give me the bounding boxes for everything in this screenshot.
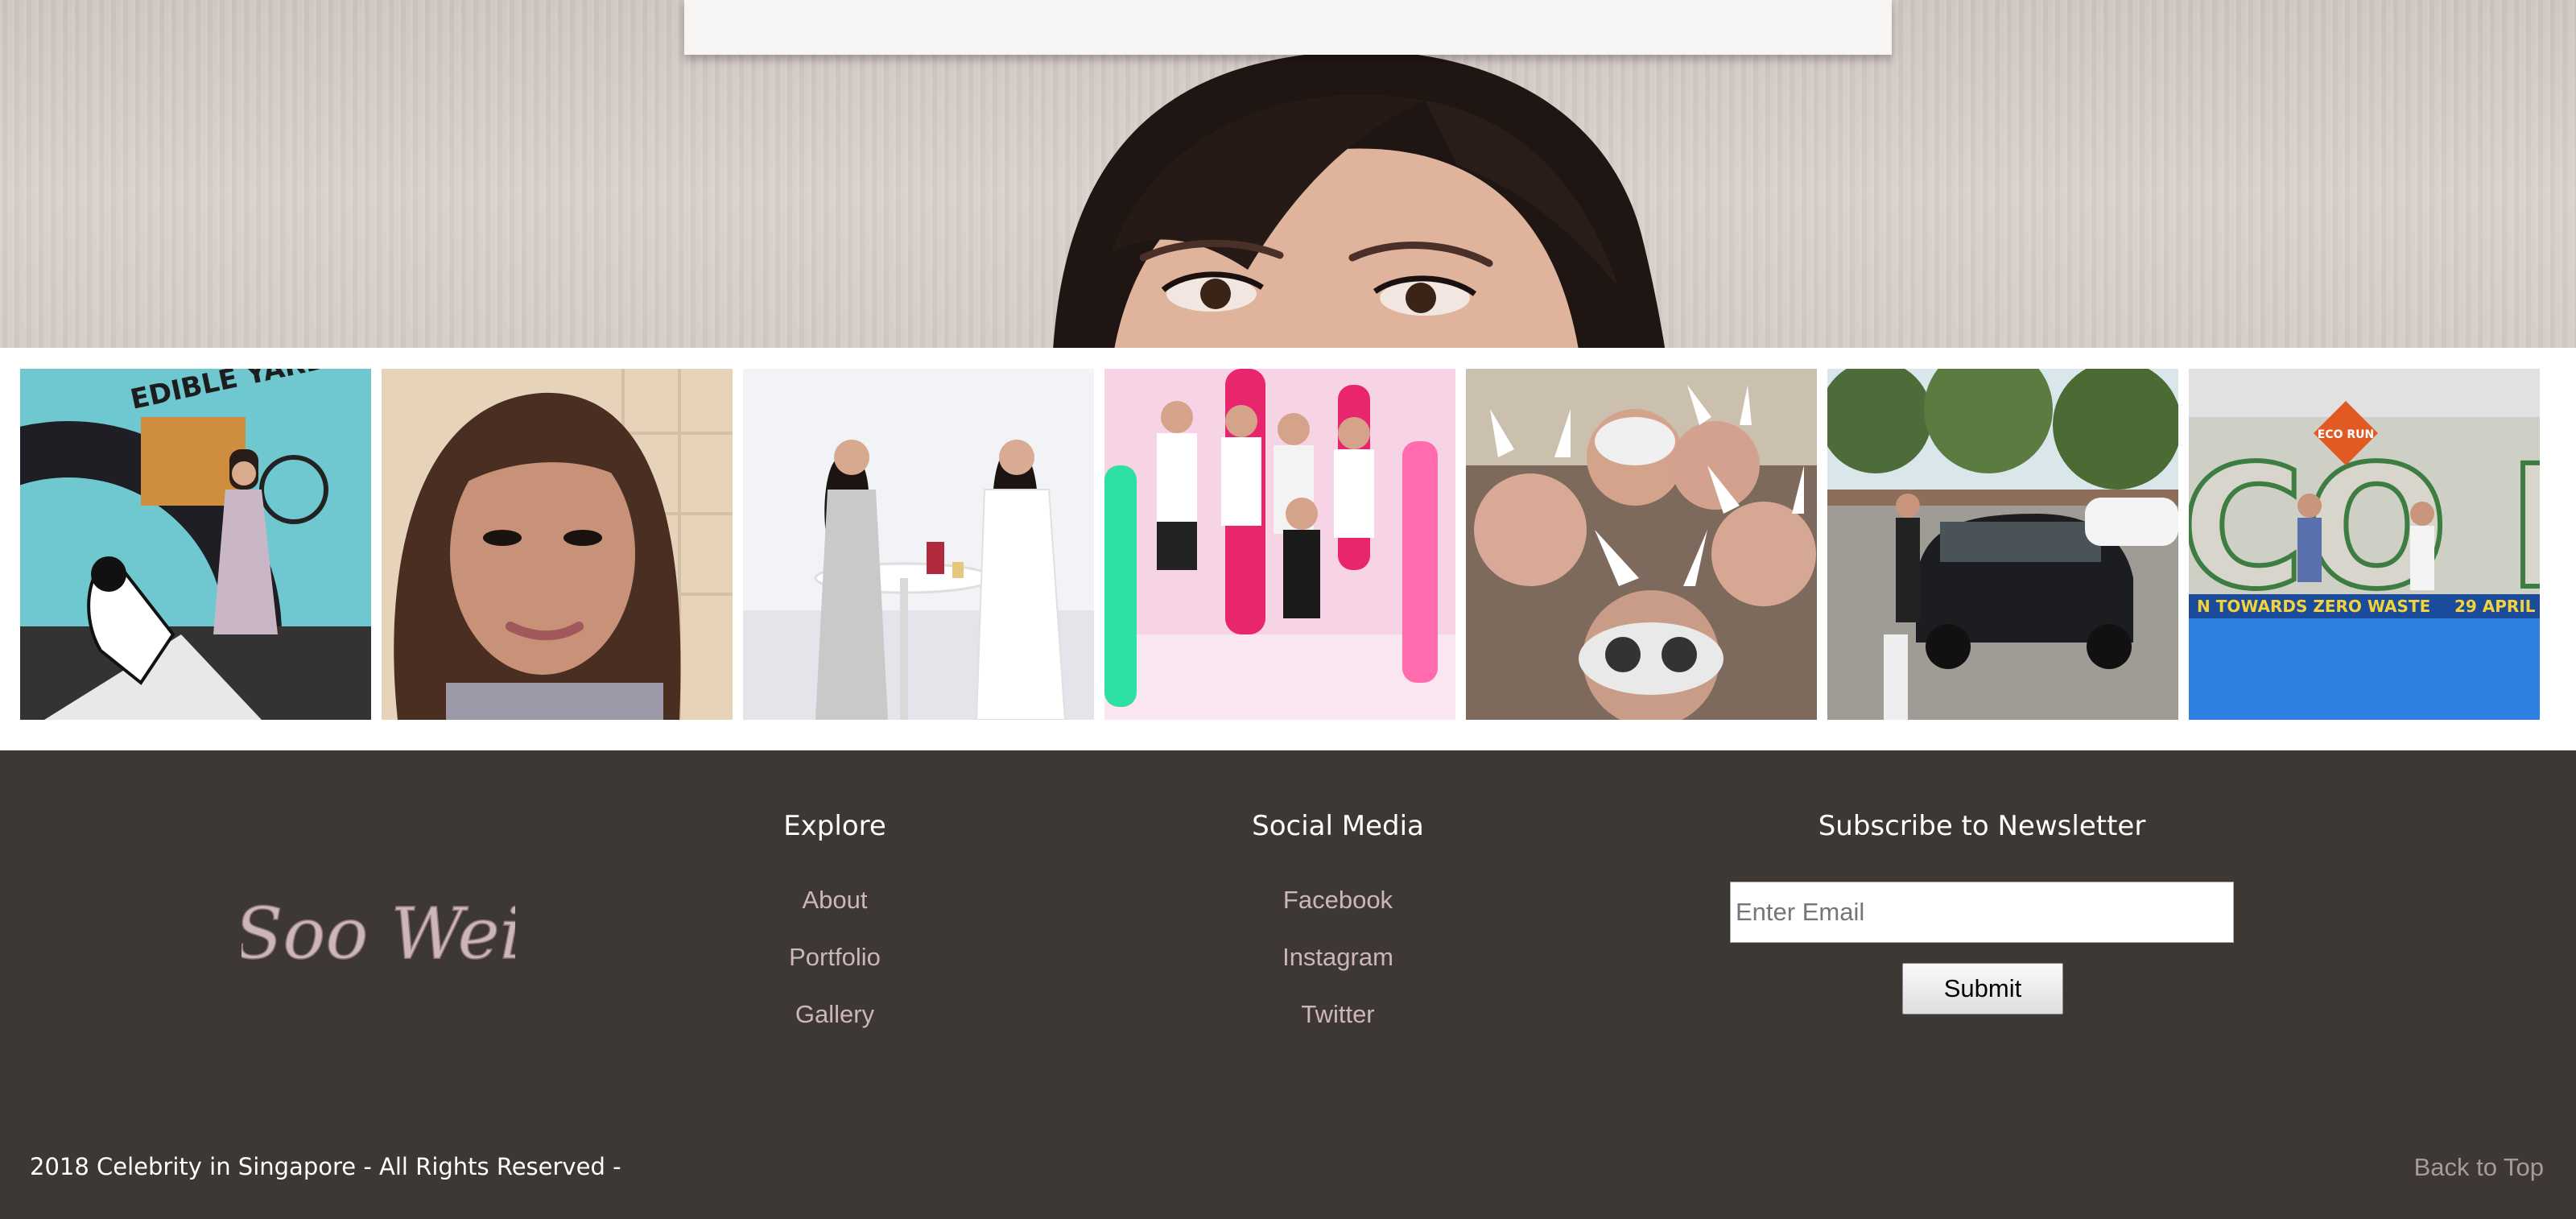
newsletter-email-input[interactable] — [1730, 882, 2234, 943]
explore-heading: Explore — [783, 810, 886, 842]
edible-yard-mural-photo-icon: EDIBLE YARD — [20, 369, 371, 720]
soo-wei-logo[interactable]: Soo Wei — [242, 871, 515, 992]
footer-link-instagram[interactable]: Instagram — [1177, 943, 1499, 972]
footer-link-about[interactable]: About — [674, 886, 996, 915]
cafe-conversation-photo-icon — [743, 369, 1094, 720]
svg-text:29 APRIL: 29 APRIL — [2454, 597, 2536, 616]
footer-link-portfolio[interactable]: Portfolio — [674, 943, 996, 972]
svg-text:ECO RUN: ECO RUN — [2318, 428, 2374, 441]
hero-content-card — [684, 0, 1892, 55]
gallery-photo-eco-run[interactable]: CO RU N TOWARDS ZERO WASTE 29 APRIL ECO … — [2189, 369, 2540, 720]
back-to-top-link[interactable]: Back to Top — [2414, 1153, 2544, 1182]
svg-text:N TOWARDS ZERO WASTE: N TOWARDS ZERO WASTE — [2197, 597, 2430, 616]
footer-link-gallery[interactable]: Gallery — [674, 1000, 996, 1029]
newsletter-submit-button[interactable]: Submit — [1902, 963, 2063, 1014]
footer-link-twitter[interactable]: Twitter — [1177, 1000, 1499, 1029]
gallery-photo-bunny-filter[interactable] — [1466, 369, 1817, 720]
svg-text:Soo Wei: Soo Wei — [242, 892, 515, 975]
gallery-photo-pink-cactus[interactable] — [1104, 369, 1455, 720]
footer-link-facebook[interactable]: Facebook — [1177, 886, 1499, 915]
gallery-photo-edible-yard[interactable]: EDIBLE YARD — [20, 369, 371, 720]
instagram-gallery-strip: EDIBLE YARD N TOWARDS ZERO WASTE 29 APRI… — [0, 348, 2576, 750]
eco-run-event-photo-icon: CO RU N TOWARDS ZERO WASTE 29 APRIL ECO … — [2189, 369, 2540, 720]
hero-banner — [0, 0, 2576, 348]
copyright-text: 2018 Celebrity in Singapore - All Rights… — [30, 1153, 621, 1180]
selfie-portrait-photo-icon — [382, 369, 733, 720]
gallery-photo-car-park[interactable] — [1827, 369, 2178, 720]
bunny-filter-group-selfie-photo-icon — [1466, 369, 1817, 720]
pink-cactus-group-photo-icon — [1104, 369, 1455, 720]
car-park-photo-icon — [1827, 369, 2178, 720]
site-footer: Soo Wei Explore About Portfolio Gallery … — [0, 750, 2576, 1219]
gallery-photo-cafe[interactable] — [743, 369, 1094, 720]
social-media-heading: Social Media — [1252, 810, 1424, 842]
gallery-photo-selfie[interactable] — [382, 369, 733, 720]
hero-portrait-image — [1053, 51, 1666, 348]
newsletter-heading: Subscribe to Newsletter — [1818, 810, 2146, 842]
